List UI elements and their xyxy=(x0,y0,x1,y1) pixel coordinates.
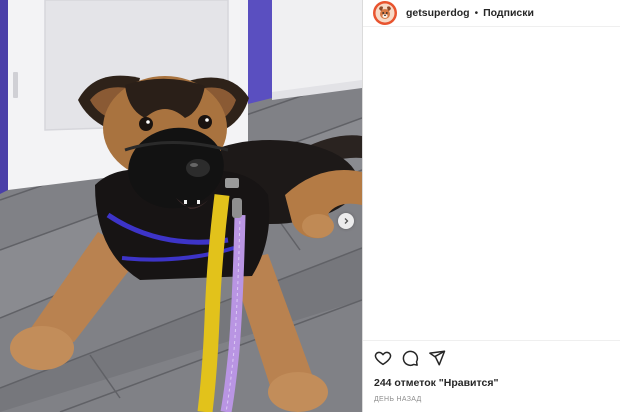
post-header: getsuperdog • Подписки xyxy=(363,0,620,27)
post-photo[interactable] xyxy=(0,0,362,412)
comment-button[interactable] xyxy=(401,349,419,367)
post-photo-image xyxy=(0,0,362,412)
avatar[interactable] xyxy=(373,1,397,25)
post-actions xyxy=(363,340,620,374)
username-link[interactable]: getsuperdog xyxy=(406,7,470,19)
following-button[interactable]: Подписки xyxy=(483,7,534,19)
comment-icon xyxy=(402,350,419,367)
separator-dot: • xyxy=(474,7,479,19)
comments-area xyxy=(363,27,620,340)
send-icon xyxy=(429,350,446,366)
carousel-next-button[interactable] xyxy=(338,213,354,229)
chevron-right-icon xyxy=(344,218,349,224)
dog-avatar-icon xyxy=(373,1,397,25)
post-timestamp: ДЕНЬ НАЗАД xyxy=(374,396,422,403)
like-button[interactable] xyxy=(374,349,392,367)
share-button[interactable] xyxy=(428,349,446,367)
likes-count[interactable]: 244 отметок "Нравится" xyxy=(374,377,498,389)
heart-icon xyxy=(374,351,392,366)
post-side-panel: getsuperdog • Подписки 244 отметок "Нрав… xyxy=(362,0,620,412)
